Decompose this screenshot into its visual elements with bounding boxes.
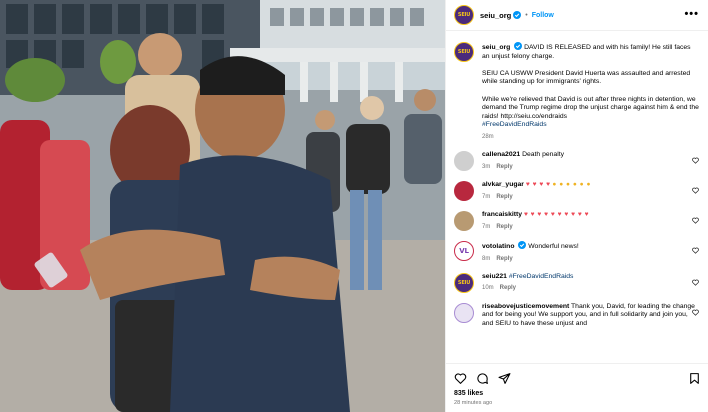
- comment-time: 10m: [482, 285, 494, 292]
- share-icon[interactable]: [498, 372, 511, 385]
- comment-username[interactable]: callena2021: [482, 151, 520, 158]
- reply-button[interactable]: Reply: [496, 194, 512, 200]
- like-count[interactable]: 835 likes: [454, 390, 701, 397]
- comment-item: SEIU seiu221 #FreeDavidEndRaids 10m Reply: [454, 272, 701, 293]
- heart-icon[interactable]: [692, 309, 699, 316]
- post-timestamp: 28 minutes ago: [454, 400, 493, 406]
- reply-button[interactable]: Reply: [496, 164, 512, 170]
- comment-text: Death penalty: [522, 151, 565, 159]
- comment-text: Wonderful news!: [528, 243, 579, 251]
- caption-hashtag[interactable]: #FreeDavidEndRaids: [482, 121, 547, 128]
- comment-item: callena2021 Death penalty 3m Reply: [454, 151, 701, 172]
- clap-emoji-text: ● ● ● ● ● ●: [552, 181, 591, 189]
- post-header: SEIU seiu_org • Follow •••: [446, 0, 708, 31]
- heart-icon[interactable]: [692, 187, 699, 194]
- heart-emoji-text: ♥ ♥ ♥ ♥: [525, 181, 551, 189]
- heart-icon[interactable]: [692, 279, 699, 286]
- post-caption: SEIU seiu_org DAVID IS RELEASED and with…: [454, 42, 701, 141]
- heart-icon[interactable]: [692, 217, 699, 224]
- reply-button[interactable]: Reply: [496, 256, 512, 262]
- comment-avatar[interactable]: [454, 211, 474, 232]
- comments-feed[interactable]: SEIU seiu_org DAVID IS RELEASED and with…: [446, 35, 708, 365]
- verified-icon: [518, 241, 527, 250]
- comment-username[interactable]: riseabovejusticemovement: [482, 303, 569, 310]
- caption-time: 28m: [482, 133, 494, 140]
- comment-avatar[interactable]: [454, 302, 474, 323]
- comment-item: alvkar_yugar ♥ ♥ ♥ ♥ ● ● ● ● ● ● 7m Reply: [454, 181, 701, 202]
- comment-time: 3m: [482, 163, 491, 170]
- heart-icon[interactable]: [692, 247, 699, 254]
- post-action-bar: 835 likes 28 minutes ago: [446, 363, 708, 412]
- comment-username[interactable]: votolatino: [482, 243, 514, 250]
- author-avatar[interactable]: SEIU: [454, 5, 474, 25]
- follow-button[interactable]: Follow: [532, 12, 554, 19]
- bookmark-icon[interactable]: [688, 372, 701, 385]
- caption-paragraph: While we're relieved that David is out a…: [482, 95, 699, 120]
- author-username[interactable]: seiu_org: [480, 11, 511, 20]
- comment-item: VL votolatino Wonderful news! 8m Reply: [454, 241, 701, 263]
- comment-username[interactable]: francaiskitty: [482, 211, 522, 218]
- verified-icon: [513, 11, 522, 19]
- comment-avatar[interactable]: VL: [454, 241, 474, 262]
- comment-avatar[interactable]: SEIU: [454, 272, 474, 293]
- heart-icon[interactable]: [454, 372, 467, 385]
- more-options-icon[interactable]: •••: [684, 9, 699, 20]
- comment-icon[interactable]: [476, 372, 489, 385]
- comment-avatar[interactable]: [454, 151, 474, 172]
- instagram-post-modal: SEIU seiu_org • Follow ••• SEIU seiu_org: [0, 0, 708, 412]
- caption-paragraph: SEIU CA USWW President David Huerta was …: [482, 69, 691, 86]
- reply-button[interactable]: Reply: [500, 285, 516, 291]
- reply-button[interactable]: Reply: [496, 224, 512, 230]
- comment-time: 7m: [482, 193, 491, 200]
- heart-icon[interactable]: [692, 157, 699, 164]
- comment-hashtag[interactable]: #FreeDavidEndRaids: [509, 273, 574, 280]
- comment-item: riseabovejusticemovement Thank you, Davi…: [454, 302, 701, 328]
- photo-illustration: [0, 0, 445, 412]
- separator-dot: •: [525, 11, 528, 19]
- post-side-panel: SEIU seiu_org • Follow ••• SEIU seiu_org: [445, 0, 708, 412]
- comment-username[interactable]: alvkar_yugar: [482, 181, 524, 188]
- comment-username[interactable]: seiu221: [482, 273, 507, 280]
- caption-username[interactable]: seiu_org: [482, 44, 510, 51]
- comment-item: francaiskitty ♥ ♥ ♥ ♥ ♥ ♥ ♥ ♥ ♥ ♥ 7m Repl…: [454, 211, 701, 232]
- comment-time: 8m: [482, 255, 491, 262]
- comment-time: 7m: [482, 223, 491, 230]
- verified-icon: [514, 42, 523, 50]
- heart-emoji-text: ♥ ♥ ♥ ♥ ♥ ♥ ♥ ♥ ♥ ♥: [523, 211, 590, 219]
- comment-avatar[interactable]: [454, 181, 474, 202]
- caption-avatar[interactable]: SEIU: [454, 42, 474, 62]
- post-photo[interactable]: [0, 0, 445, 412]
